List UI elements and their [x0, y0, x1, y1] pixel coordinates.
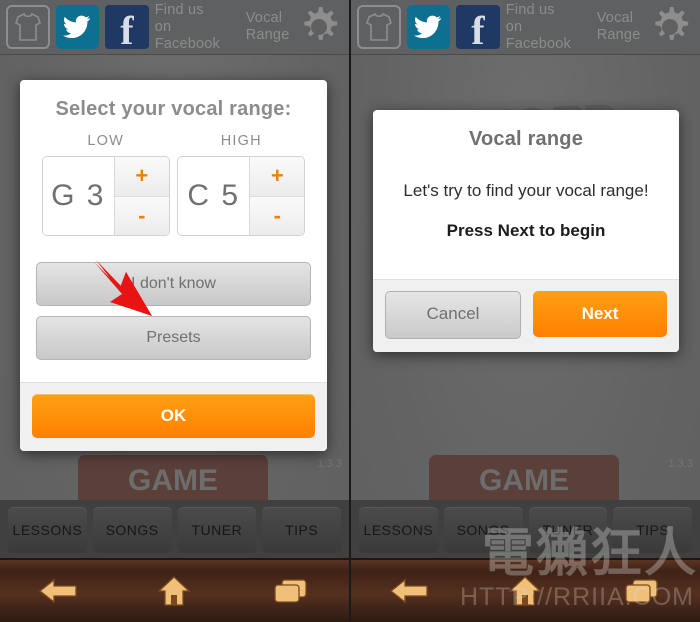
tab-lessons[interactable]: LESSONS [359, 507, 438, 553]
high-stepper: C 5 + - [177, 156, 306, 236]
high-stepper-buttons: + - [249, 157, 305, 235]
facebook-icon[interactable]: f [105, 5, 149, 53]
left-screen: f Find us on Facebook Vocal Range SINGER… [0, 0, 351, 622]
high-increment-button[interactable]: + [250, 157, 305, 197]
vocal-range-label[interactable]: Vocal Range [246, 10, 290, 44]
gear-icon[interactable] [295, 3, 343, 51]
gear-icon[interactable] [646, 3, 694, 51]
tab-tuner[interactable]: TUNER [177, 507, 257, 553]
tab-tuner[interactable]: TUNER [528, 507, 608, 553]
next-button[interactable]: Next [533, 291, 667, 337]
dialog-title: Select your vocal range: [55, 98, 292, 120]
low-stepper: G 3 + - [41, 156, 170, 236]
twitter-icon[interactable] [406, 5, 451, 49]
dialog-title: Vocal range [468, 128, 584, 150]
tab-tips[interactable]: TIPS [613, 507, 692, 553]
android-navigation-bar-right [351, 558, 700, 622]
dialog-message-body: Let's try to find your vocal range! Pres… [373, 159, 679, 279]
twitter-icon[interactable] [55, 5, 100, 49]
top-toolbar: f Find us on Facebook Vocal Range [0, 0, 349, 55]
dialog-footer-right: Cancel Next [373, 279, 679, 352]
home-icon[interactable] [152, 574, 196, 608]
cancel-button[interactable]: Cancel [385, 291, 521, 339]
high-value[interactable]: C 5 [178, 157, 250, 235]
tab-lessons[interactable]: LESSONS [8, 507, 87, 553]
ok-button[interactable]: OK [32, 394, 315, 438]
tab-tips[interactable]: TIPS [262, 507, 341, 553]
back-arrow-icon[interactable] [36, 574, 80, 608]
screenshot-stage: f Find us on Facebook Vocal Range SINGER… [0, 0, 700, 622]
high-decrement-button[interactable]: - [250, 196, 305, 235]
low-decrement-button[interactable]: - [114, 196, 169, 235]
tab-songs[interactable]: SONGS [443, 507, 523, 553]
facebook-f-glyph: f [471, 8, 485, 53]
bottom-tab-bar-right: LESSONS SONGS TUNER TIPS [351, 500, 700, 560]
recent-apps-icon[interactable] [620, 574, 664, 608]
intro-message: Let's try to find your vocal range! [403, 181, 649, 200]
android-navigation-bar [0, 558, 349, 622]
facebook-f-glyph: f [120, 8, 134, 53]
facebook-icon[interactable]: f [456, 5, 500, 53]
tab-songs[interactable]: SONGS [92, 507, 172, 553]
home-icon[interactable] [503, 574, 547, 608]
low-range-group: LOW G 3 + - [41, 133, 170, 236]
top-toolbar-right: f Find us on Facebook Vocal Range [351, 0, 700, 55]
range-steppers: LOW G 3 + - HIGH C 5 + - [20, 129, 327, 236]
dialog-options: I don't know Presets [20, 236, 327, 382]
low-increment-button[interactable]: + [114, 157, 169, 197]
bottom-tab-bar: LESSONS SONGS TUNER TIPS [0, 500, 349, 560]
i-dont-know-button[interactable]: I don't know [36, 262, 311, 306]
facebook-label[interactable]: Find us on Facebook [155, 2, 224, 53]
low-stepper-buttons: + - [113, 157, 169, 235]
vocal-range-picker-dialog: Select your vocal range: LOW G 3 + - HIG… [20, 80, 327, 451]
low-value[interactable]: G 3 [42, 157, 114, 235]
facebook-label[interactable]: Find us on Facebook [506, 2, 575, 53]
high-range-group: HIGH C 5 + - [177, 133, 306, 236]
red-arrow-annotation-icon [90, 258, 165, 326]
low-label: LOW [87, 133, 125, 149]
high-label: HIGH [220, 133, 262, 149]
back-arrow-icon[interactable] [387, 574, 431, 608]
dialog-footer: OK [20, 382, 327, 451]
recent-apps-icon[interactable] [269, 574, 313, 608]
tshirt-icon[interactable] [6, 5, 50, 49]
vocal-range-label[interactable]: Vocal Range [597, 10, 641, 44]
intro-prompt: Press Next to begin [446, 221, 606, 240]
vocal-range-intro-dialog: Vocal range Let's try to find your vocal… [373, 110, 679, 352]
tshirt-icon[interactable] [357, 5, 401, 49]
presets-button[interactable]: Presets [36, 316, 311, 360]
dialog-action-row: Cancel Next [385, 291, 667, 339]
right-screen: f Find us on Facebook Vocal Range SINGER… [351, 0, 700, 622]
